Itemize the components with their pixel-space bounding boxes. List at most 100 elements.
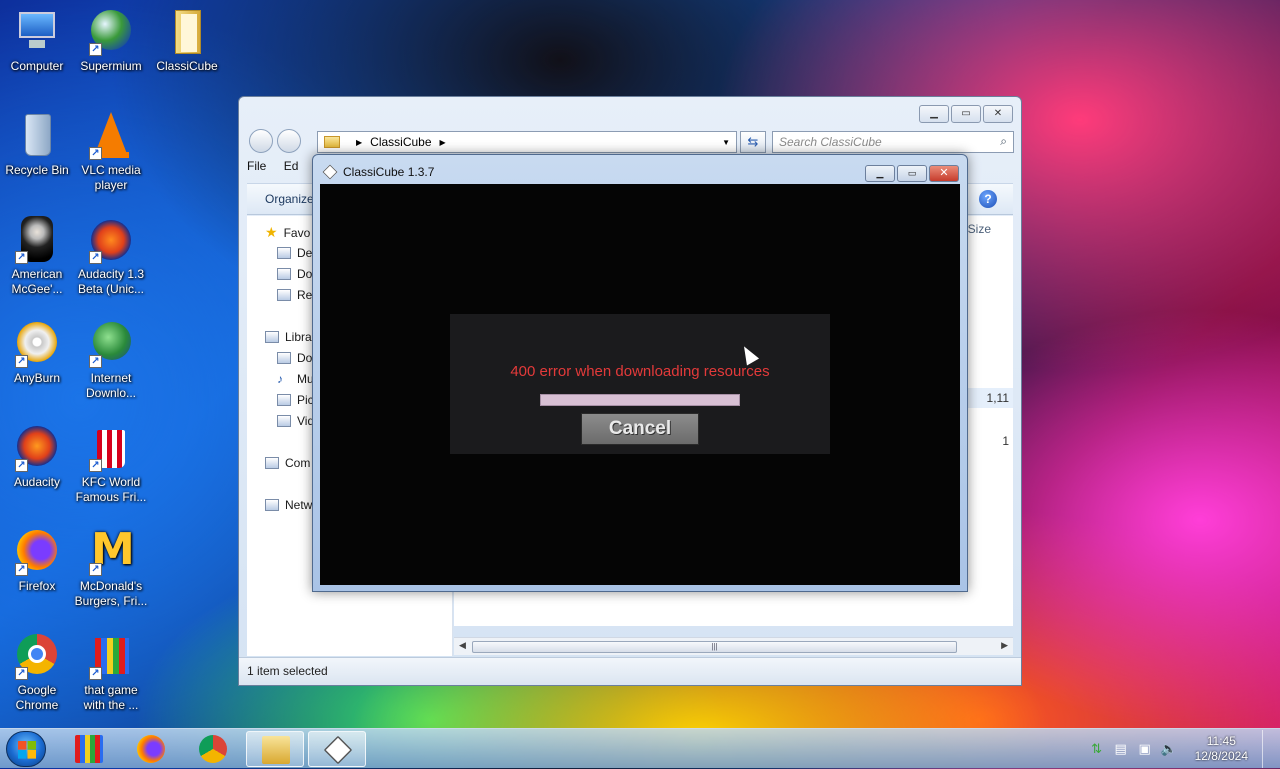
pictures-icon <box>277 394 291 406</box>
recycle-bin-icon <box>13 112 61 160</box>
downloads-icon <box>277 268 291 280</box>
notes-icon[interactable]: ▤ <box>1113 741 1129 757</box>
kfc-icon: ↗ <box>87 424 135 472</box>
desktop-icon-internet-download[interactable]: ↗ Internet Downlo... <box>74 320 148 401</box>
desktop-icon-firefox[interactable]: ↗ Firefox <box>0 528 74 594</box>
that-game-icon: ↗ <box>87 632 135 680</box>
nav-documents[interactable]: Do <box>277 351 312 365</box>
address-text: ClassiCube <box>370 135 432 149</box>
refresh-button[interactable]: ⇆ <box>740 131 766 153</box>
menu-edit[interactable]: Ed <box>284 159 299 173</box>
close-button[interactable]: ✕ <box>929 165 959 182</box>
scroll-right-icon[interactable]: ▶ <box>1001 640 1008 651</box>
nav-computer[interactable]: Com <box>265 456 310 470</box>
address-bar[interactable]: ▶ ClassiCube ▶ ▼ <box>317 131 737 153</box>
minimize-button[interactable]: ▁ <box>919 105 949 123</box>
music-icon: ♪ <box>277 372 283 386</box>
progress-bar <box>540 394 740 406</box>
videos-icon <box>277 415 291 427</box>
nav-downloads[interactable]: Do <box>277 267 312 281</box>
audacity-icon: ↗ <box>13 424 61 472</box>
shortcut-arrow-icon: ↗ <box>15 251 28 264</box>
that-game-icon <box>75 735 103 763</box>
classicube-icon <box>322 164 338 180</box>
desktop-icon-recycle-bin[interactable]: Recycle Bin <box>0 112 74 178</box>
search-icon: ⌕ <box>1000 134 1007 148</box>
taskbar-item-explorer[interactable] <box>246 731 304 767</box>
desktop-icon-supermium[interactable]: ↗ Supermium <box>74 8 148 74</box>
forward-button[interactable] <box>277 129 301 153</box>
shortcut-arrow-icon: ↗ <box>89 43 102 56</box>
desktop-icon-american-mcgee[interactable]: ↗ American McGee'... <box>0 216 74 297</box>
back-button[interactable] <box>249 129 273 153</box>
status-bar: 1 item selected <box>239 657 1021 685</box>
maximize-button[interactable]: ▭ <box>951 105 981 123</box>
show-desktop-button[interactable] <box>1262 730 1272 768</box>
taskbar: ⇅ ▤ ▣ 🔈 11:45 12/8/2024 <box>0 728 1280 768</box>
vlc-icon: ↗ <box>87 112 135 160</box>
scroll-left-icon[interactable]: ◀ <box>459 640 466 651</box>
taskbar-item-firefox[interactable] <box>122 731 180 767</box>
clock-time: 11:45 <box>1206 734 1236 748</box>
help-icon[interactable]: ? <box>979 190 997 208</box>
network-icon[interactable]: ▣ <box>1137 741 1153 757</box>
desktop-icon-chrome[interactable]: ↗ Google Chrome <box>0 632 74 713</box>
nav-desktop[interactable]: De <box>277 246 312 260</box>
minimize-button[interactable]: ▁ <box>865 165 895 182</box>
desktop-icon-mcdonalds[interactable]: M ↗ McDonald's Burgers, Fri... <box>74 528 148 609</box>
file-size: 1,11 <box>986 391 1009 405</box>
cancel-button[interactable]: Cancel <box>581 413 699 445</box>
nav-videos[interactable]: Vid <box>277 414 314 428</box>
windows-logo-icon <box>18 741 36 759</box>
chevron-right-icon: ▶ <box>439 137 446 147</box>
folder-icon <box>262 736 290 764</box>
chrome-icon: ↗ <box>13 632 61 680</box>
column-header-size[interactable]: Size <box>968 222 991 236</box>
scrollbar-thumb[interactable]: ||| <box>472 641 957 653</box>
file-size: 1 <box>1002 434 1009 448</box>
nav-music[interactable]: ♪ Mu <box>277 372 314 386</box>
taskbar-item-chrome[interactable] <box>184 731 242 767</box>
desktop-icon-that-game[interactable]: ↗ that game with the ... <box>74 632 148 713</box>
folder-icon <box>163 8 211 56</box>
chrome-icon <box>199 735 227 763</box>
anyburn-icon: ↗ <box>13 320 61 368</box>
menu-file[interactable]: File <box>247 159 266 173</box>
taskbar-item-that-game[interactable] <box>60 731 118 767</box>
close-button[interactable]: ✕ <box>983 105 1013 123</box>
shortcut-arrow-icon: ↗ <box>89 563 102 576</box>
computer-icon <box>265 457 279 469</box>
shortcut-arrow-icon: ↗ <box>15 459 28 472</box>
game-canvas[interactable]: 400 error when downloading resources Can… <box>320 184 960 585</box>
desktop-icon-vlc[interactable]: ↗ VLC media player <box>74 112 148 193</box>
clock[interactable]: 11:45 12/8/2024 <box>1195 734 1248 764</box>
organize-button[interactable]: Organize <box>265 192 314 206</box>
internet-download-icon: ↗ <box>87 320 135 368</box>
computer-icon <box>13 8 61 56</box>
desktop-icon-classicube[interactable]: ClassiCube <box>150 8 224 74</box>
nav-pictures[interactable]: Pic <box>277 393 314 407</box>
start-button[interactable] <box>6 731 46 767</box>
desktop-icon-kfc[interactable]: ↗ KFC World Famous Fri... <box>74 424 148 505</box>
nav-network[interactable]: Netw <box>265 498 312 512</box>
maximize-button[interactable]: ▭ <box>897 165 927 182</box>
desktop-icon-audacity[interactable]: ↗ Audacity <box>0 424 74 490</box>
volume-icon[interactable]: 🔈 <box>1161 741 1177 757</box>
nav-recent[interactable]: Re <box>277 288 312 302</box>
desktop-icon-computer[interactable]: Computer <box>0 8 74 74</box>
desktop-icon-audacity-beta[interactable]: ↗ Audacity 1.3 Beta (Unic... <box>74 216 148 297</box>
shortcut-arrow-icon: ↗ <box>15 667 28 680</box>
nav-libraries[interactable]: Libra <box>265 330 312 344</box>
desktop-icon-anyburn[interactable]: ↗ AnyBurn <box>0 320 74 386</box>
search-input[interactable]: Search ClassiCube ⌕ <box>772 131 1014 153</box>
clock-date: 12/8/2024 <box>1194 749 1248 763</box>
network-status-icon[interactable]: ⇅ <box>1089 741 1105 757</box>
chevron-down-icon[interactable]: ▼ <box>722 138 730 147</box>
horizontal-scrollbar[interactable]: ◀ ||| ▶ <box>454 637 1013 655</box>
taskbar-item-classicube[interactable] <box>308 731 366 767</box>
shortcut-arrow-icon: ↗ <box>15 355 28 368</box>
american-mcgee-icon: ↗ <box>13 216 61 264</box>
classicube-icon <box>323 735 353 765</box>
nav-favorites[interactable]: ★ Favo <box>265 224 310 241</box>
window-title: ClassiCube 1.3.7 <box>343 165 435 179</box>
